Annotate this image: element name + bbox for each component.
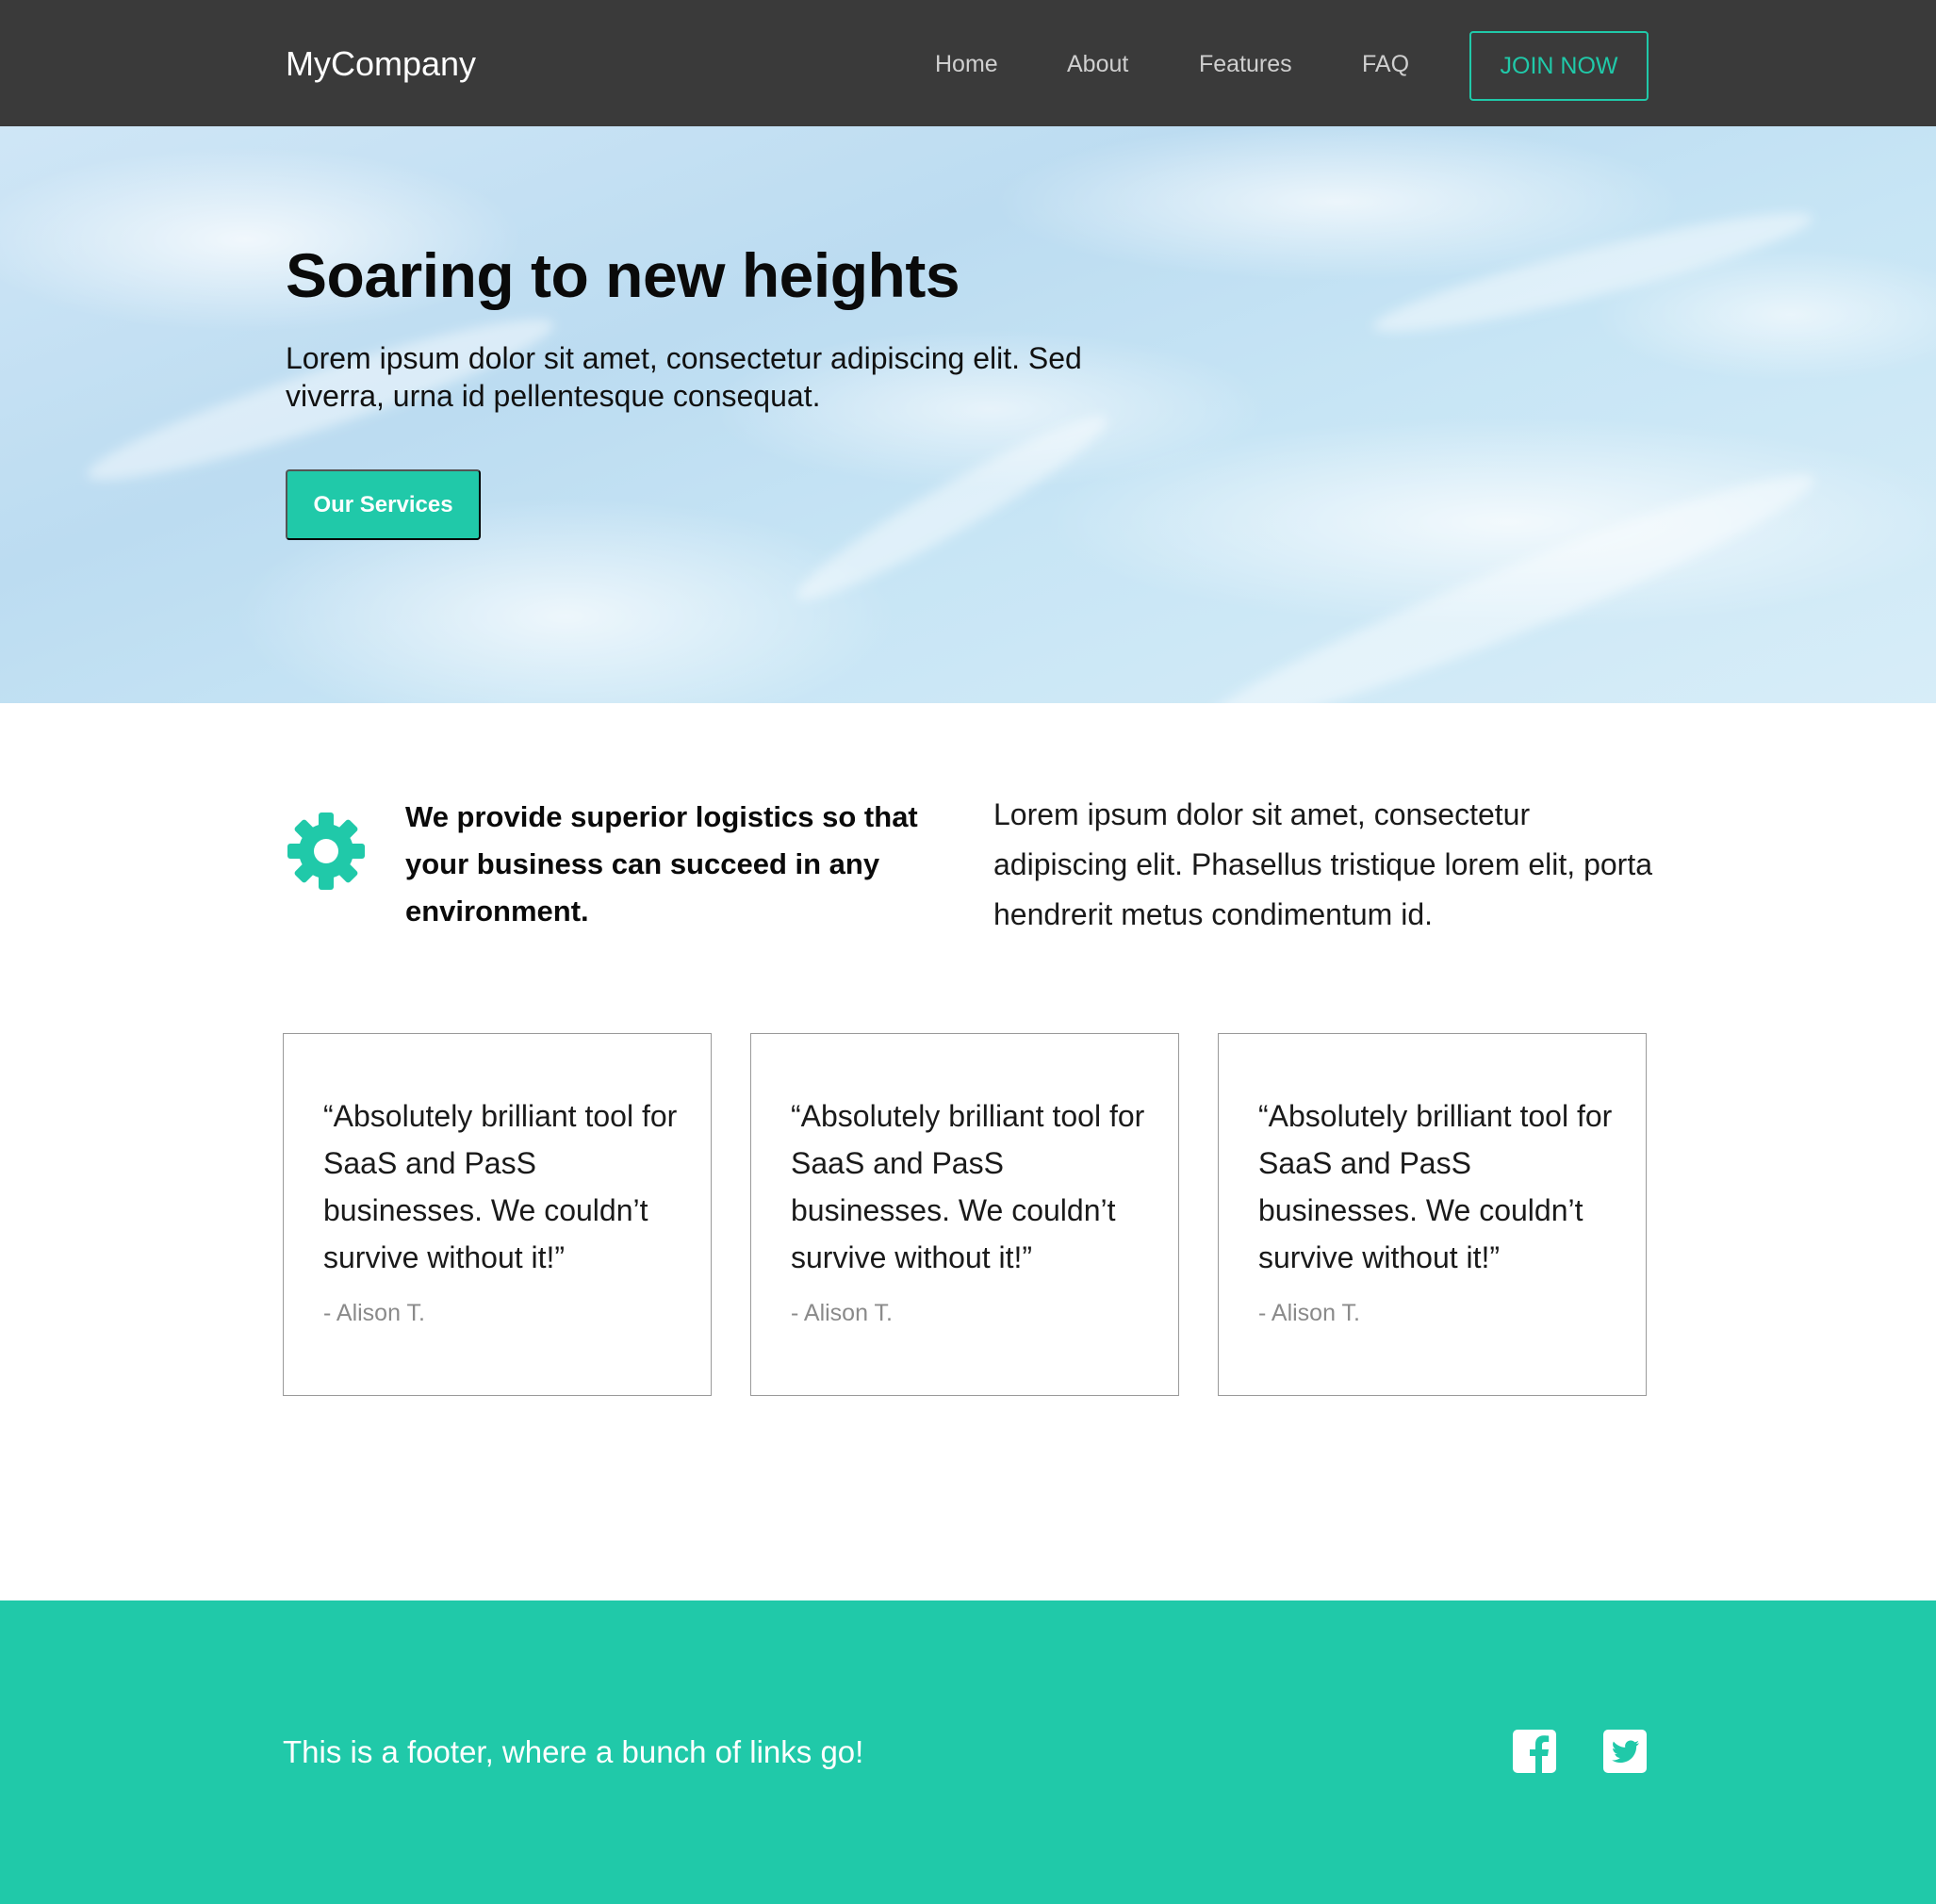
- facebook-icon[interactable]: [1513, 1730, 1556, 1773]
- footer-text: This is a footer, where a bunch of links…: [283, 1734, 864, 1769]
- testimonial-quote: “Absolutely brilliant tool for SaaS and …: [1258, 1099, 1613, 1274]
- hero-title: Soaring to new heights: [286, 240, 960, 310]
- brand-logo[interactable]: MyCompany: [286, 41, 476, 87]
- feature-body: Lorem ipsum dolor sit amet, consectetur …: [993, 797, 1652, 931]
- nav-link-about[interactable]: About: [1067, 47, 1128, 81]
- feature-heading: We provide superior logistics so that yo…: [405, 800, 918, 927]
- testimonial-quote: “Absolutely brilliant tool for SaaS and …: [791, 1099, 1145, 1274]
- nav-link-home[interactable]: Home: [935, 47, 998, 81]
- hero-section: Soaring to new heights Lorem ipsum dolor…: [0, 126, 1936, 703]
- our-services-button[interactable]: Our Services: [286, 469, 481, 540]
- gear-icon: [287, 812, 365, 890]
- nav-link-features[interactable]: Features: [1199, 47, 1292, 81]
- testimonial-author: - Alison T.: [1258, 1300, 1360, 1326]
- testimonial-author: - Alison T.: [323, 1300, 425, 1326]
- testimonial-card: “Absolutely brilliant tool for SaaS and …: [750, 1033, 1179, 1396]
- twitter-icon[interactable]: [1603, 1730, 1647, 1773]
- nav-link-faq[interactable]: FAQ: [1362, 47, 1409, 81]
- navbar: MyCompany Home About Features FAQ JOIN N…: [0, 0, 1936, 126]
- testimonial-author: - Alison T.: [791, 1300, 893, 1326]
- join-now-button[interactable]: JOIN NOW: [1469, 31, 1649, 101]
- testimonial-card: “Absolutely brilliant tool for SaaS and …: [1218, 1033, 1647, 1396]
- testimonial-quote: “Absolutely brilliant tool for SaaS and …: [323, 1099, 678, 1274]
- cloud-decoration: [784, 398, 1120, 618]
- cloud-decoration: [1368, 194, 1818, 351]
- footer: This is a footer, where a bunch of links…: [0, 1600, 1936, 1904]
- testimonial-card: “Absolutely brilliant tool for SaaS and …: [283, 1033, 712, 1396]
- cloud-decoration: [1189, 448, 1827, 703]
- hero-subtitle: Lorem ipsum dolor sit amet, consectetur …: [286, 341, 1082, 413]
